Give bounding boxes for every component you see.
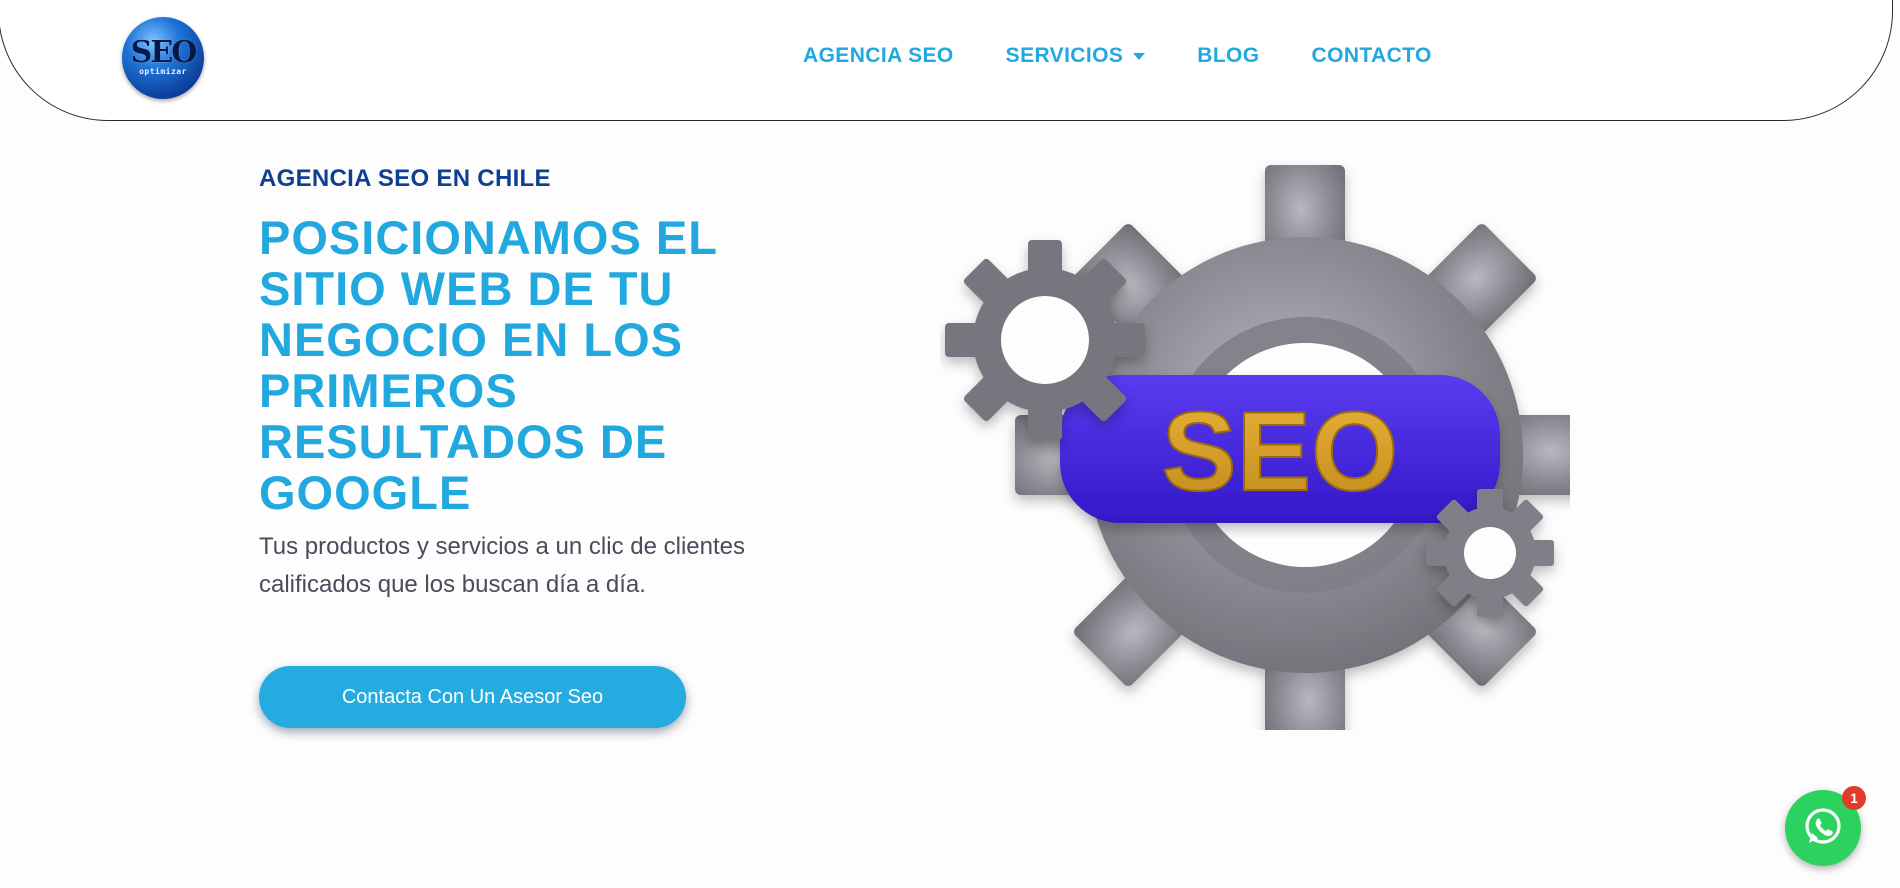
nav-item-label: BLOG: [1197, 44, 1260, 67]
whatsapp-icon: [1805, 808, 1841, 844]
nav-item-contacto[interactable]: CONTACTO: [1312, 44, 1432, 68]
hero-subtext: Tus productos y servicios a un clic de c…: [259, 533, 745, 598]
site-logo[interactable]: SEO optimizar: [122, 17, 204, 99]
contact-advisor-button[interactable]: Contacta Con Un Asesor Seo: [259, 666, 686, 728]
nav-item-servicios[interactable]: SERVICIOS: [1006, 44, 1146, 68]
page: SEO optimizar AGENCIA SEO SERVICIOS BLOG…: [0, 0, 1900, 888]
nav-item-agencia-seo[interactable]: AGENCIA SEO: [803, 44, 954, 68]
hero-eyebrow: AGENCIA SEO EN CHILE: [259, 165, 551, 192]
seo-badge: SEO: [1060, 375, 1500, 523]
logo-wordmark: SEO: [130, 35, 198, 70]
nav-item-label: CONTACTO: [1311, 44, 1432, 67]
tiny-gear-icon: [1426, 489, 1554, 617]
nav-item-label: AGENCIA SEO: [803, 44, 954, 67]
small-gear-icon: [945, 240, 1145, 440]
chevron-down-icon: [1133, 52, 1146, 60]
seo-badge-text: SEO: [1162, 389, 1399, 514]
notification-badge: 1: [1842, 786, 1866, 810]
nav-item-blog[interactable]: BLOG: [1197, 44, 1259, 68]
gear-seo-illustration: SEO: [945, 165, 1570, 730]
hero-headline: POSICIONAMOS EL SITIO WEB DE TU NEGOCIO …: [259, 211, 718, 519]
main-nav: AGENCIA SEO SERVICIOS BLOG CONTACTO: [803, 44, 1432, 68]
logo-tagline: optimizar: [139, 67, 187, 76]
nav-item-label: SERVICIOS: [1005, 44, 1124, 67]
